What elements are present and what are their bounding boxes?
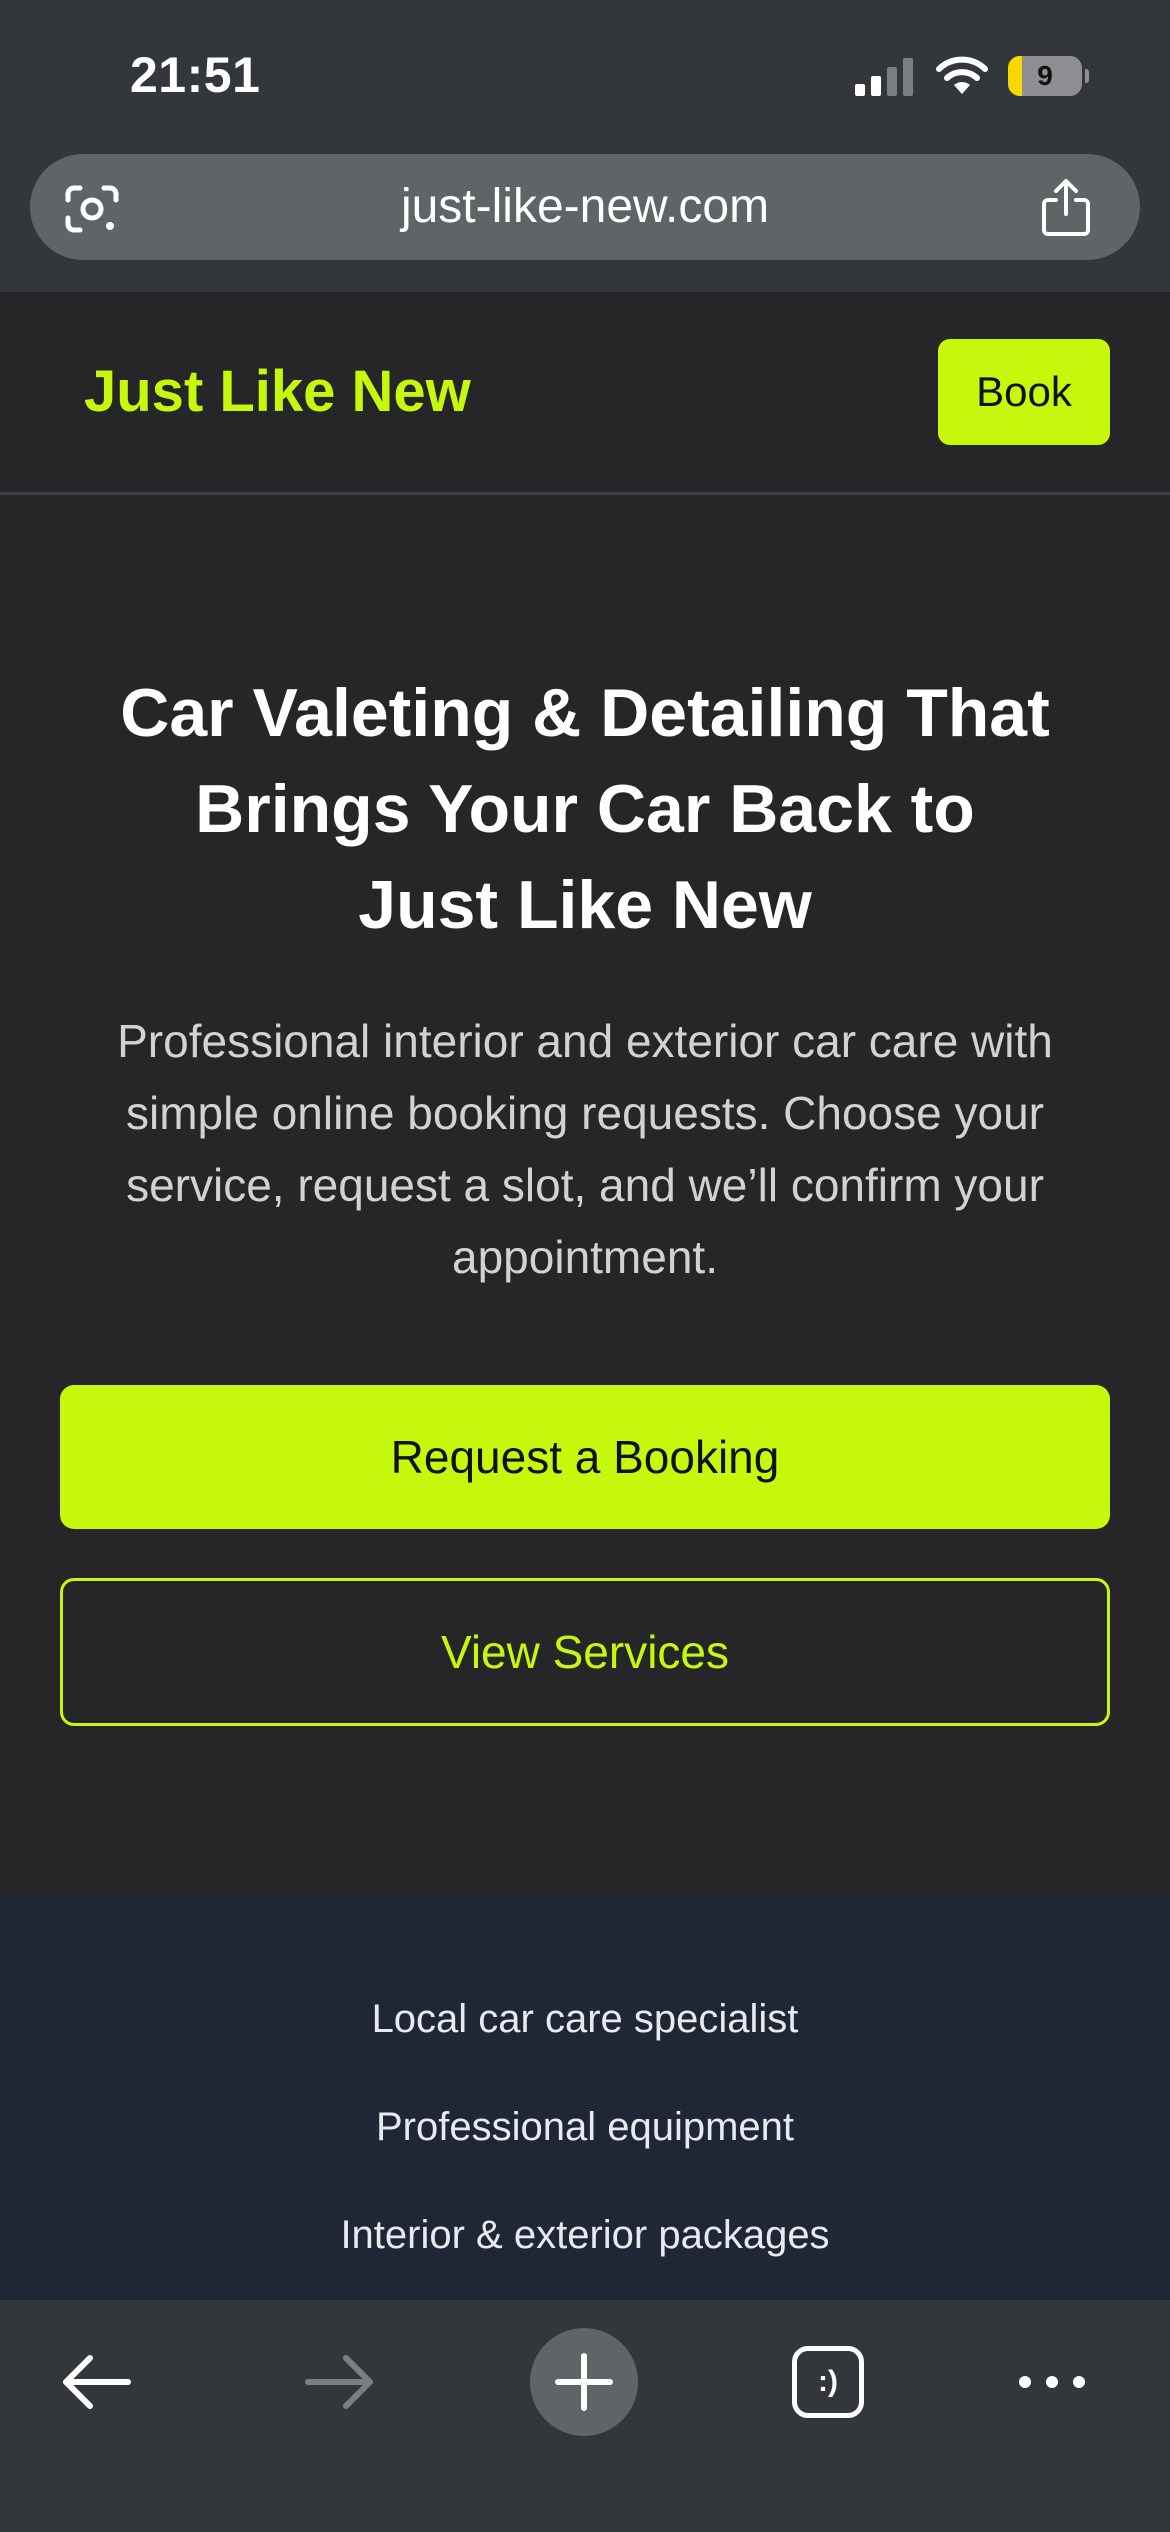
hero-subtitle-line: appointment. [452,1231,718,1283]
plus-icon [555,2353,613,2411]
hero-title-line: Just Like New [358,867,812,943]
url-text[interactable]: just-like-new.com [30,154,1140,260]
brand-logo[interactable]: Just Like New [84,292,471,492]
hero-subtitle-line: service, request a slot, and we’ll confi… [126,1159,1044,1211]
page: 21:51 9 just-like-new.com Just Like New … [0,0,1170,2532]
browser-toolbar: :) [0,2300,1170,2532]
browser-top-chrome: 21:51 9 just-like-new.com [0,0,1170,292]
book-button[interactable]: Book [938,339,1110,445]
request-booking-button[interactable]: Request a Booking [60,1385,1110,1529]
forward-arrow-icon[interactable] [304,2352,376,2412]
hero-subtitle-line: simple online booking requests. Choose y… [126,1087,1044,1139]
more-icon[interactable] [1016,2368,1088,2396]
feature-item: Local car care specialist [371,1997,799,2041]
feature-item: Interior & exterior packages [340,2213,830,2257]
hero-title-line: Car Valeting & Detailing That [120,675,1050,751]
hero-subtitle: Professional interior and exterior car c… [70,1005,1100,1293]
features-strip: Local car care specialist Professional e… [0,1895,1170,2300]
share-icon[interactable] [1040,178,1092,236]
status-time: 21:51 [130,47,261,103]
wifi-icon [936,56,988,94]
feature-item: Professional equipment [375,2105,795,2149]
new-tab-button[interactable] [530,2328,638,2436]
hero-subtitle-line: Professional interior and exterior car c… [117,1015,1053,1067]
view-services-button[interactable]: View Services [60,1578,1110,1726]
url-bar[interactable]: just-like-new.com [30,154,1140,260]
tab-switcher-icon[interactable]: :) [792,2346,864,2418]
hero-section: Car Valeting & Detailing That Brings You… [0,495,1170,1895]
signal-icon [855,58,913,96]
hero-title: Car Valeting & Detailing That Brings You… [80,665,1090,953]
back-arrow-icon[interactable] [60,2352,132,2412]
hero-title-line: Brings Your Car Back to [195,771,975,847]
battery-level: 9 [1037,60,1053,91]
battery-icon: 9 [1008,56,1089,96]
lens-icon[interactable] [64,184,120,234]
site-header: Just Like New Book [0,292,1170,495]
